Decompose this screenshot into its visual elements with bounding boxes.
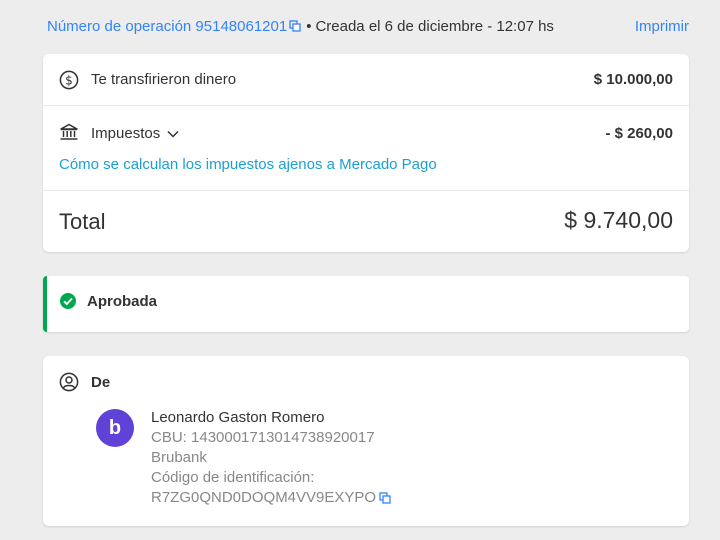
taxes-info-link[interactable]: Cómo se calculan los impuestos ajenos a … — [59, 156, 437, 173]
taxes-amount: - $ 260,00 — [605, 125, 673, 142]
status-card: Aprobada — [43, 276, 689, 332]
sender-name: Leonardo Gaston Romero — [151, 409, 325, 426]
sender-bank: Brubank — [151, 449, 207, 466]
sender-id-value: R7ZG0QND0DOQM4VV9EXYPO — [151, 489, 377, 506]
operation-header: Número de operación 95148061201 • Creada… — [47, 16, 689, 36]
check-circle-icon — [60, 293, 76, 309]
transfer-row: $ Te transfirieron dinero $ 10.000,00 — [43, 54, 689, 106]
taxes-toggle[interactable]: Impuestos — [91, 125, 180, 142]
user-circle-icon — [59, 372, 79, 392]
transfer-amount: $ 10.000,00 — [593, 71, 673, 88]
taxes-label: Impuestos — [91, 125, 161, 142]
created-date: Creada el 6 de diciembre - 12:07 hs — [315, 17, 554, 35]
operation-number: Número de operación 95148061201 — [47, 17, 288, 35]
sender-cbu: CBU: 1430001713014738920017 — [151, 429, 375, 446]
total-row: Total $ 9.740,00 — [43, 190, 689, 252]
bank-avatar: b — [96, 409, 134, 447]
total-label: Total — [59, 209, 106, 234]
copy-icon[interactable] — [379, 492, 391, 504]
copy-icon[interactable] — [289, 20, 301, 32]
sender-details: Leonardo Gaston Romero CBU: 143000171301… — [151, 408, 391, 508]
print-link[interactable]: Imprimir — [635, 18, 689, 35]
sender-id-label: Código de identificación: — [151, 469, 315, 486]
summary-card: $ Te transfirieron dinero $ 10.000,00 Im… — [43, 54, 689, 252]
sender-card: De b Leonardo Gaston Romero CBU: 1430001… — [43, 356, 689, 526]
bank-icon — [60, 123, 78, 140]
separator-dot: • — [306, 17, 312, 35]
dollar-circle-icon: $ — [59, 70, 79, 90]
chevron-down-icon — [167, 130, 179, 138]
sender-section-label: De — [91, 374, 111, 391]
svg-text:$: $ — [65, 74, 73, 88]
transfer-label: Te transfirieron dinero — [91, 71, 237, 88]
sender-id-row: R7ZG0QND0DOQM4VV9EXYPO — [151, 488, 391, 508]
total-amount: $ 9.740,00 — [564, 207, 673, 233]
bank-avatar-letter: b — [108, 416, 122, 439]
operation-number-link[interactable]: Número de operación 95148061201 — [47, 18, 301, 35]
status-label: Aprobada — [87, 293, 158, 310]
